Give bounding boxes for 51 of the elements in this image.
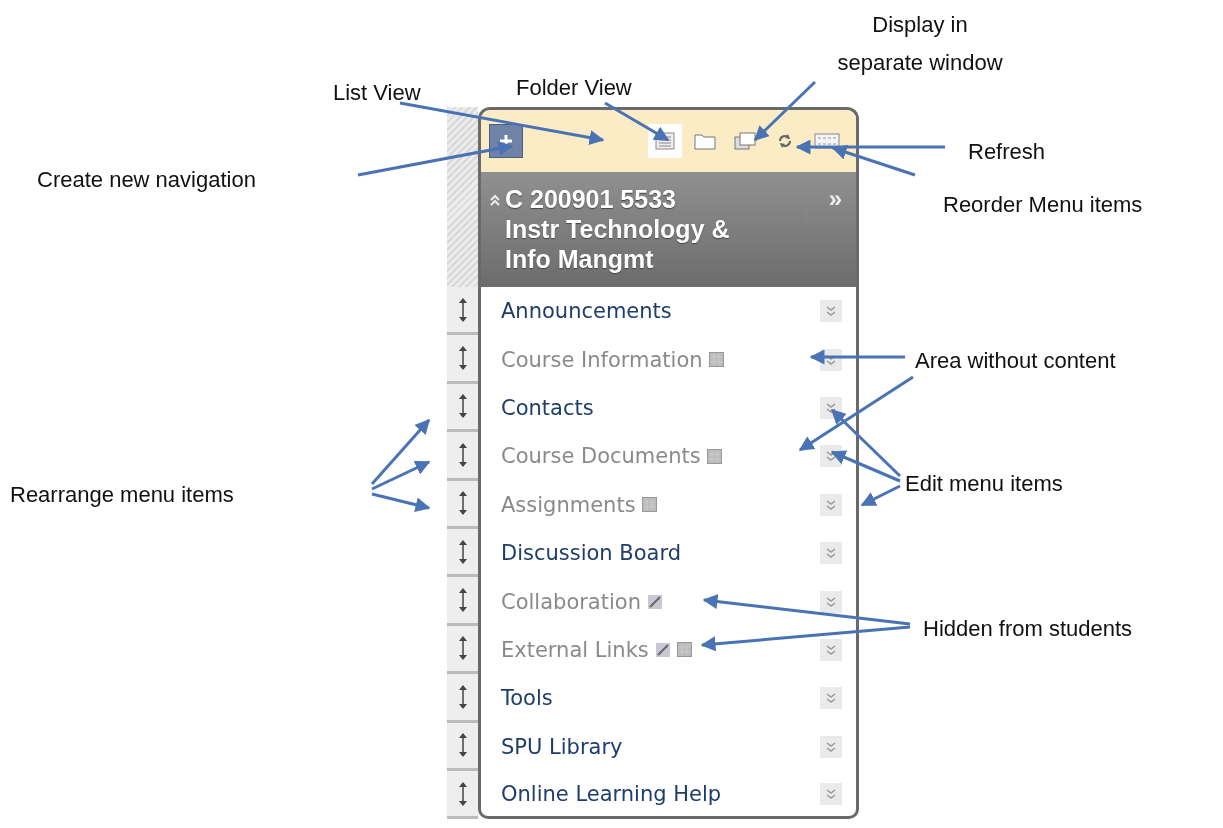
- edit-menu-button[interactable]: [820, 493, 842, 516]
- callout-label: Edit menu items: [905, 470, 1063, 498]
- callout-label: Display in separate window: [836, 11, 1004, 77]
- drag-handle-icon[interactable]: [457, 296, 468, 323]
- double-chevron-icon: [825, 353, 837, 366]
- edit-menu-button[interactable]: [820, 300, 842, 323]
- menu-item[interactable]: Tools: [501, 686, 553, 711]
- drag-handle-icon[interactable]: [457, 490, 468, 517]
- menu-item[interactable]: Discussion Board: [501, 541, 682, 566]
- callout-label: Create new navigation: [37, 166, 256, 194]
- double-chevron-icon: [825, 787, 837, 800]
- edit-menu-button[interactable]: [820, 638, 842, 661]
- callout-label: Area without content: [915, 347, 1116, 375]
- double-chevron-icon: [825, 643, 837, 656]
- collapse-icon[interactable]: [489, 194, 501, 206]
- double-chevron-icon: [825, 450, 837, 463]
- double-chevron-icon: [825, 401, 837, 414]
- double-chevron-icon: [825, 740, 837, 753]
- refresh-icon: [776, 132, 794, 150]
- windows-icon: [734, 132, 756, 150]
- callout-label: Reorder Menu items: [943, 191, 1143, 219]
- edit-menu-button[interactable]: [820, 542, 842, 565]
- drag-handle-icon[interactable]: [457, 635, 468, 662]
- edit-menu-button[interactable]: [820, 590, 842, 613]
- callout-label: List View: [333, 79, 421, 107]
- callout-label: Rearrange menu items: [10, 481, 234, 509]
- double-chevron-icon: [825, 595, 837, 608]
- menu-item[interactable]: Contacts: [501, 395, 594, 420]
- drag-handle-icon[interactable]: [457, 780, 468, 807]
- drag-handle-icon[interactable]: [457, 587, 468, 614]
- menu-item[interactable]: Announcements: [501, 299, 672, 324]
- edit-menu-button[interactable]: [820, 735, 842, 758]
- double-chevron-icon: [825, 305, 837, 318]
- edit-menu-button[interactable]: [820, 687, 842, 710]
- edit-menu-button[interactable]: [820, 782, 842, 805]
- drag-handle-icon[interactable]: [457, 393, 468, 420]
- menu-item[interactable]: SPU Library: [501, 734, 623, 759]
- callout-label: Folder View: [516, 74, 632, 102]
- double-chevron-icon: [825, 547, 837, 560]
- drag-handle-icon[interactable]: [457, 732, 468, 759]
- double-chevron-icon: [825, 692, 837, 705]
- folder-icon: [694, 132, 716, 150]
- drag-handle-icon[interactable]: [457, 345, 468, 372]
- double-chevron-icon: [825, 498, 837, 511]
- callout-label: Hidden from students: [923, 615, 1133, 643]
- drag-handle-icon[interactable]: [457, 683, 468, 710]
- drag-handle-icon[interactable]: [457, 538, 468, 565]
- callout-label: Refresh: [968, 138, 1046, 166]
- menu-item[interactable]: Online Learning Help: [501, 781, 722, 806]
- drag-handle-icon[interactable]: [457, 441, 468, 468]
- course-title: C 200901 5533 Instr Technology & Info Mangmt: [505, 184, 730, 274]
